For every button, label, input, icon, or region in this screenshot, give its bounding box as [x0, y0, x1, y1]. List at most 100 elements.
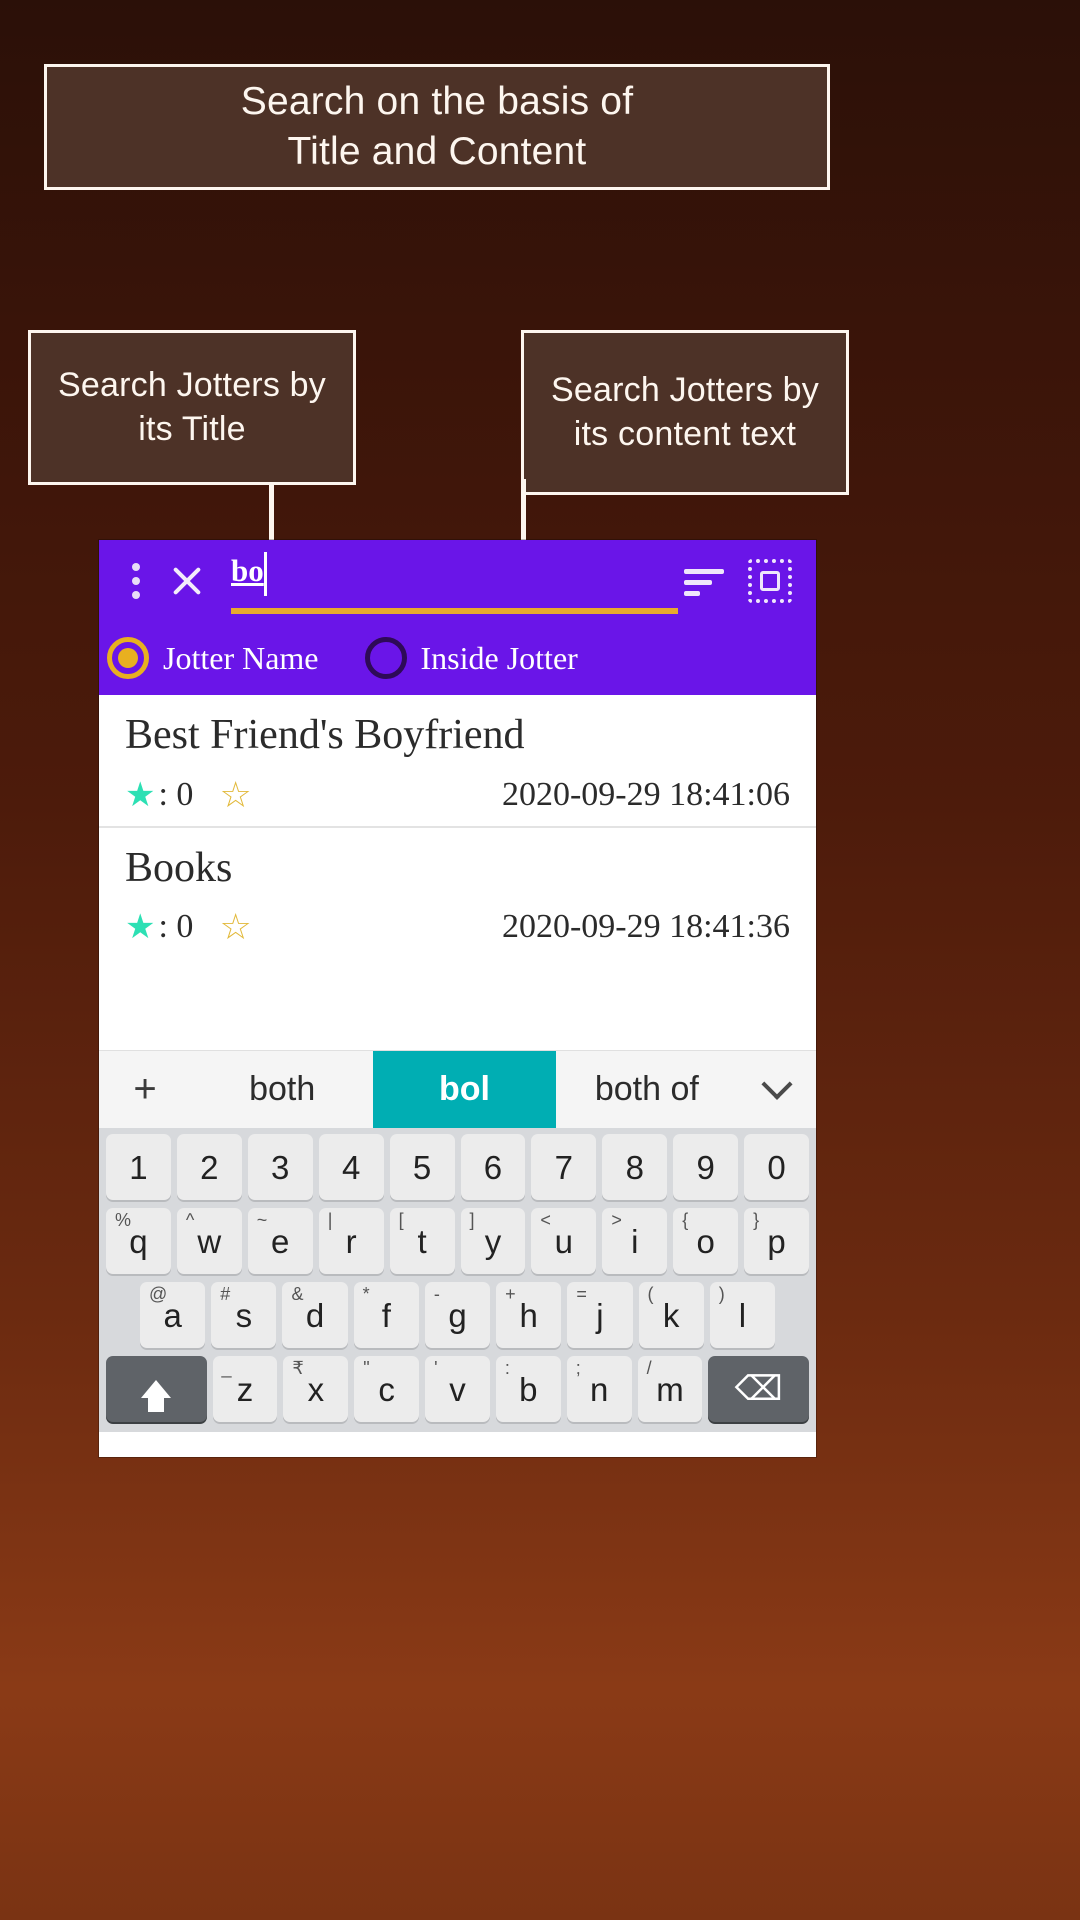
chevron-down-icon[interactable] — [738, 1068, 816, 1101]
text-caret — [264, 552, 267, 596]
key-alt-label: ) — [718, 1284, 725, 1304]
key-alt-label: - — [433, 1284, 440, 1304]
keyboard-suggestion-bar: + both bol both of — [99, 1050, 816, 1128]
callout-top-text: Search on the basis of Title and Content — [240, 80, 634, 173]
key-9[interactable]: 9 — [673, 1134, 739, 1200]
key-m[interactable]: / m — [637, 1356, 703, 1422]
key-label: z — [236, 1370, 254, 1408]
key-label: h — [519, 1296, 538, 1334]
key-g[interactable]: -g — [424, 1282, 491, 1348]
callout-content-text: Search Jotters by its content text — [551, 370, 819, 453]
key-p[interactable]: } p — [744, 1208, 810, 1274]
suggestion-item[interactable]: both — [191, 1051, 373, 1128]
key-alt-label: # — [220, 1284, 231, 1304]
key-o[interactable]: {o — [673, 1208, 739, 1274]
key-alt-label: & — [291, 1284, 304, 1304]
key-k[interactable]: (k — [638, 1282, 704, 1348]
key-label: f — [381, 1296, 391, 1334]
shift-icon[interactable] — [106, 1356, 207, 1422]
key-s[interactable]: # s — [211, 1282, 277, 1348]
key-q[interactable]: % q — [105, 1208, 171, 1274]
key-x[interactable]: ₹ x — [283, 1356, 349, 1422]
key-label: 6 — [483, 1148, 503, 1186]
search-field-wrapper[interactable] — [231, 550, 678, 614]
key-alt-label: ' — [434, 1358, 438, 1378]
key-e[interactable]: ~ e — [247, 1208, 313, 1274]
key-0[interactable]: 0 — [744, 1134, 810, 1200]
list-item[interactable]: Books ★ : 0 ☆ 2020-09-29 18:41:36 — [99, 825, 816, 959]
key-label: r — [345, 1222, 357, 1260]
key-5[interactable]: 5 — [389, 1134, 455, 1200]
key-l[interactable]: ) l — [709, 1282, 775, 1348]
key-b[interactable]: :b — [495, 1356, 561, 1422]
key-i[interactable]: > i — [602, 1208, 668, 1274]
key-r[interactable]: | r — [318, 1208, 384, 1274]
key-n[interactable]: ; n — [566, 1356, 632, 1422]
key-label: w — [197, 1222, 222, 1260]
key-label: 1 — [129, 1148, 148, 1186]
backspace-glyph: ⌫ — [734, 1370, 783, 1408]
suggestion-item[interactable]: both of — [556, 1051, 738, 1128]
search-underline — [231, 608, 678, 614]
result-date: 2020-09-29 18:41:36 — [501, 908, 790, 945]
key-label: u — [554, 1222, 574, 1260]
key-7[interactable]: 7 — [531, 1134, 597, 1200]
result-meta-row: ★ : 0 ☆ 2020-09-29 18:41:06 — [125, 764, 790, 826]
key-t[interactable]: [t — [389, 1208, 455, 1274]
radio-option-inside-jotter[interactable]: Inside Jotter — [364, 637, 578, 679]
key-alt-label: ₹ — [292, 1358, 304, 1378]
list-item[interactable]: Best Friend's Boyfriend ★ : 0 ☆ 2020-09-… — [99, 695, 816, 826]
key-1[interactable]: 1 — [105, 1134, 171, 1200]
key-label: 3 — [271, 1148, 290, 1186]
close-icon[interactable] — [161, 555, 213, 607]
key-8[interactable]: 8 — [602, 1134, 668, 1200]
key-j[interactable]: = j — [567, 1282, 633, 1348]
radio-option-jotter-name[interactable]: Jotter Name — [107, 637, 319, 679]
key-3[interactable]: 3 — [247, 1134, 313, 1200]
key-w[interactable]: ^ w — [176, 1208, 242, 1274]
key-label: j — [596, 1296, 604, 1334]
key-6[interactable]: 6 — [460, 1134, 526, 1200]
star-outline-icon[interactable]: ☆ — [219, 909, 251, 945]
callout-search-by-content: Search Jotters by its content text — [521, 330, 849, 495]
key-label: 4 — [341, 1148, 361, 1186]
search-input[interactable] — [231, 550, 670, 602]
radio-button-selected[interactable] — [107, 637, 149, 679]
key-alt-label: ( — [647, 1284, 654, 1304]
key-u[interactable]: < u — [531, 1208, 597, 1274]
add-word-button[interactable]: + — [99, 1067, 191, 1112]
key-a[interactable]: @ a — [140, 1282, 206, 1348]
backspace-icon[interactable]: ⌫ — [708, 1356, 809, 1422]
key-z[interactable]: _ z — [212, 1356, 278, 1422]
radio-label-inside-jotter: Inside Jotter — [420, 639, 578, 676]
search-results-list: Best Friend's Boyfriend ★ : 0 ☆ 2020-09-… — [99, 695, 816, 1050]
radio-label-jotter-name: Jotter Name — [163, 639, 319, 676]
key-label: l — [738, 1296, 747, 1334]
suggestion-item-active[interactable]: bol — [373, 1051, 556, 1128]
star-outline-icon[interactable]: ☆ — [219, 776, 251, 813]
key-label: 5 — [412, 1148, 432, 1186]
key-2[interactable]: 2 — [176, 1134, 242, 1200]
key-alt-label: ] — [469, 1210, 475, 1230]
search-toolbar: Jotter Name Inside Jotter — [99, 540, 816, 695]
shift-glyph — [141, 1380, 172, 1412]
star-count: : 0 — [158, 775, 194, 813]
key-alt-label: @ — [149, 1284, 168, 1304]
key-d[interactable]: & d — [282, 1282, 348, 1348]
key-h[interactable]: + h — [496, 1282, 562, 1348]
key-alt-label: % — [114, 1210, 131, 1230]
key-c[interactable]: " c — [354, 1356, 420, 1422]
more-vertical-icon[interactable] — [121, 558, 151, 604]
list-empty-space — [99, 958, 816, 1050]
key-4[interactable]: 4 — [318, 1134, 384, 1200]
radio-button-unselected[interactable] — [364, 637, 407, 679]
key-label: q — [129, 1222, 148, 1260]
key-y[interactable]: ] y — [460, 1208, 526, 1274]
select-all-icon[interactable] — [748, 559, 792, 603]
sort-icon[interactable] — [680, 557, 728, 605]
keyboard-row-home: @ a # s & d * f -g + h = j (k ) l — [103, 1282, 812, 1348]
keyboard-row-numbers: 1 2 3 4 5 6 7 8 9 0 — [103, 1134, 812, 1200]
key-f[interactable]: * f — [353, 1282, 419, 1348]
key-v[interactable]: ' v — [425, 1356, 490, 1422]
key-alt-label: + — [505, 1284, 516, 1304]
